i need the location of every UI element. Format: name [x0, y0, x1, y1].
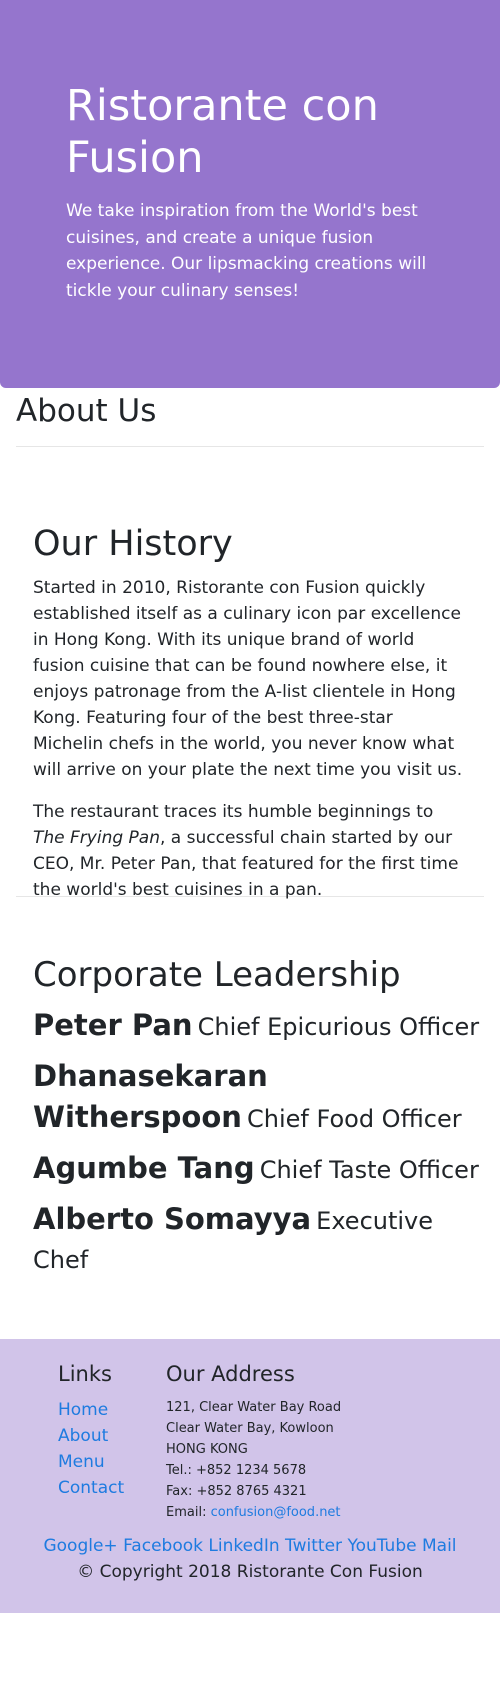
address-fax: Fax: +852 8765 4321: [166, 1484, 307, 1499]
history-paragraph-1: Started in 2010, Ristorante con Fusion q…: [33, 578, 463, 780]
leader-name: Peter Pan: [33, 1008, 193, 1042]
social-link-facebook[interactable]: Facebook: [123, 1536, 203, 1556]
footer-address: Our Address 121, Clear Water Bay Road Cl…: [166, 1361, 500, 1523]
leader-role: Chief Epicurious Officer: [197, 1013, 480, 1041]
leadership-heading: Corporate Leadership: [33, 955, 401, 995]
email-link[interactable]: confusion@food.net: [211, 1505, 341, 1520]
social-link-google-plus[interactable]: Google+: [43, 1536, 117, 1556]
history-section: Our History Started in 2010, Ristorante …: [16, 447, 484, 900]
address-heading: Our Address: [166, 1362, 295, 1386]
footer-links: Links Home About Menu Contact: [0, 1361, 166, 1523]
leader-item: Dhanasekaran Witherspoon Chief Food Offi…: [33, 1058, 484, 1140]
address-line: HONG KONG: [166, 1442, 248, 1457]
social-link-twitter[interactable]: Twitter: [285, 1536, 342, 1556]
footer: Links Home About Menu Contact Our Addres…: [0, 1339, 500, 1613]
page-title: About Us: [16, 388, 484, 447]
address-email: Email: confusion@food.net: [166, 1502, 500, 1523]
leadership-section: Corporate Leadership Peter Pan Chief Epi…: [0, 897, 500, 1339]
footer-link-about[interactable]: About: [58, 1423, 166, 1449]
copyright: © Copyright 2018 Ristorante Con Fusion: [77, 1562, 423, 1582]
history-heading: Our History: [33, 524, 233, 564]
leader-item: Alberto Somayya Executive Chef: [33, 1201, 484, 1281]
leader-role: Chief Taste Officer: [259, 1156, 479, 1184]
social-link-youtube[interactable]: YouTube: [347, 1536, 416, 1556]
leader-name: Agumbe Tang: [33, 1151, 255, 1185]
history-paragraph-2: The restaurant traces its humble beginni…: [33, 799, 468, 903]
address-tel: Tel.: +852 1234 5678: [166, 1463, 307, 1478]
social-link-mail[interactable]: Mail: [422, 1536, 457, 1556]
address-line: 121, Clear Water Bay Road: [166, 1400, 342, 1415]
jumbotron: Ristorante con Fusion We take inspiratio…: [0, 0, 500, 388]
history-text: The restaurant traces its humble beginni…: [33, 802, 434, 822]
frying-pan-title: The Frying Pan: [33, 828, 160, 848]
footer-link-menu[interactable]: Menu: [58, 1449, 166, 1475]
footer-link-home[interactable]: Home: [58, 1397, 166, 1423]
leader-role: Chief Food Officer: [247, 1105, 462, 1133]
leader-item: Agumbe Tang Chief Taste Officer: [33, 1150, 484, 1191]
leader-name: Dhanasekaran Witherspoon: [33, 1059, 268, 1134]
email-label: Email:: [166, 1505, 211, 1520]
address-line: Clear Water Bay, Kowloon: [166, 1421, 334, 1436]
site-tagline: We take inspiration from the World's bes…: [66, 201, 427, 301]
leader-item: Peter Pan Chief Epicurious Officer: [33, 1007, 484, 1048]
links-heading: Links: [58, 1362, 112, 1386]
leader-name: Alberto Somayya: [33, 1202, 312, 1236]
footer-link-contact[interactable]: Contact: [58, 1475, 166, 1501]
social-links: Google+ Facebook LinkedIn Twitter YouTub…: [0, 1534, 500, 1559]
site-title: Ristorante con Fusion: [66, 81, 379, 183]
social-link-linkedin[interactable]: LinkedIn: [208, 1536, 279, 1556]
